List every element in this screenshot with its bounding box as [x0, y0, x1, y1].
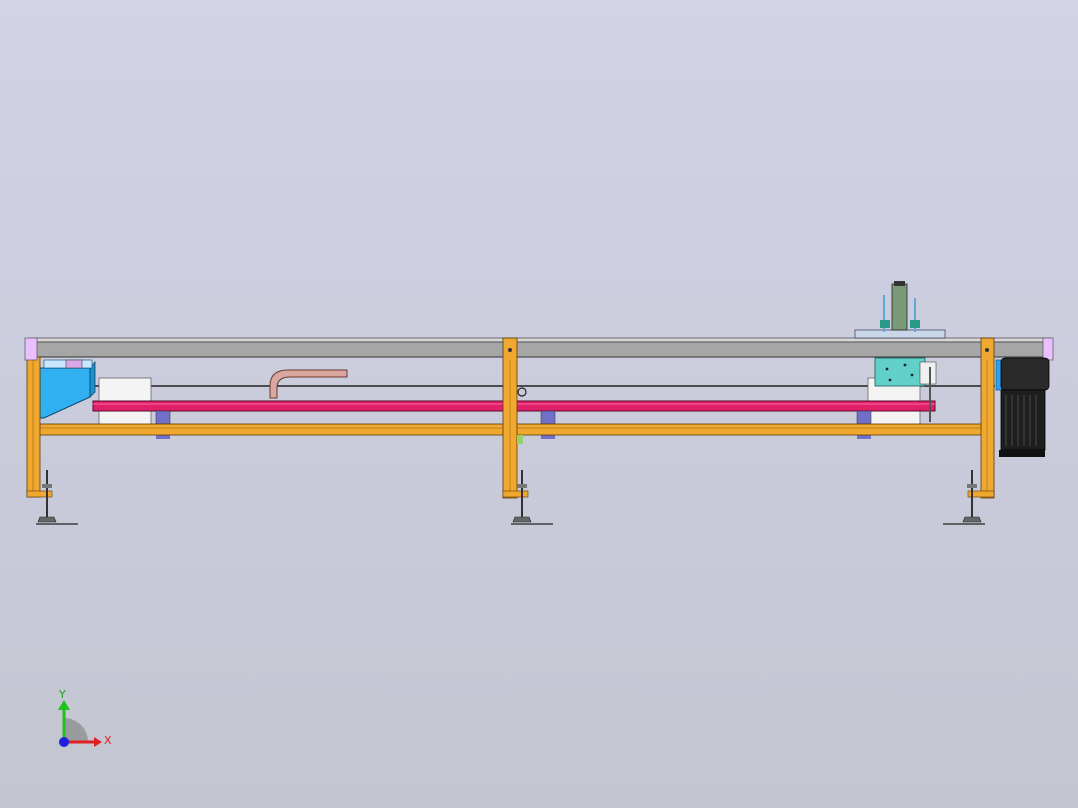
triad-quadrant	[64, 718, 88, 742]
triad-x-label: X	[104, 734, 112, 747]
z-axis-dot	[59, 737, 69, 747]
triad-y-label: Y	[58, 688, 66, 701]
curved-pipe	[269, 369, 348, 399]
orientation-triad[interactable]: Y X	[48, 686, 118, 756]
mid-idler	[517, 387, 527, 444]
conveyor-assembly-model[interactable]	[0, 0, 1078, 808]
feed-hopper[interactable]	[39, 359, 96, 419]
graphics-viewport[interactable]: Y X	[0, 0, 1078, 808]
leg-brackets	[26, 490, 995, 498]
gear-motor[interactable]	[995, 357, 1050, 457]
x-axis-arrow	[94, 737, 102, 747]
y-axis-arrow	[58, 700, 70, 710]
top-rail[interactable]	[29, 337, 1051, 358]
